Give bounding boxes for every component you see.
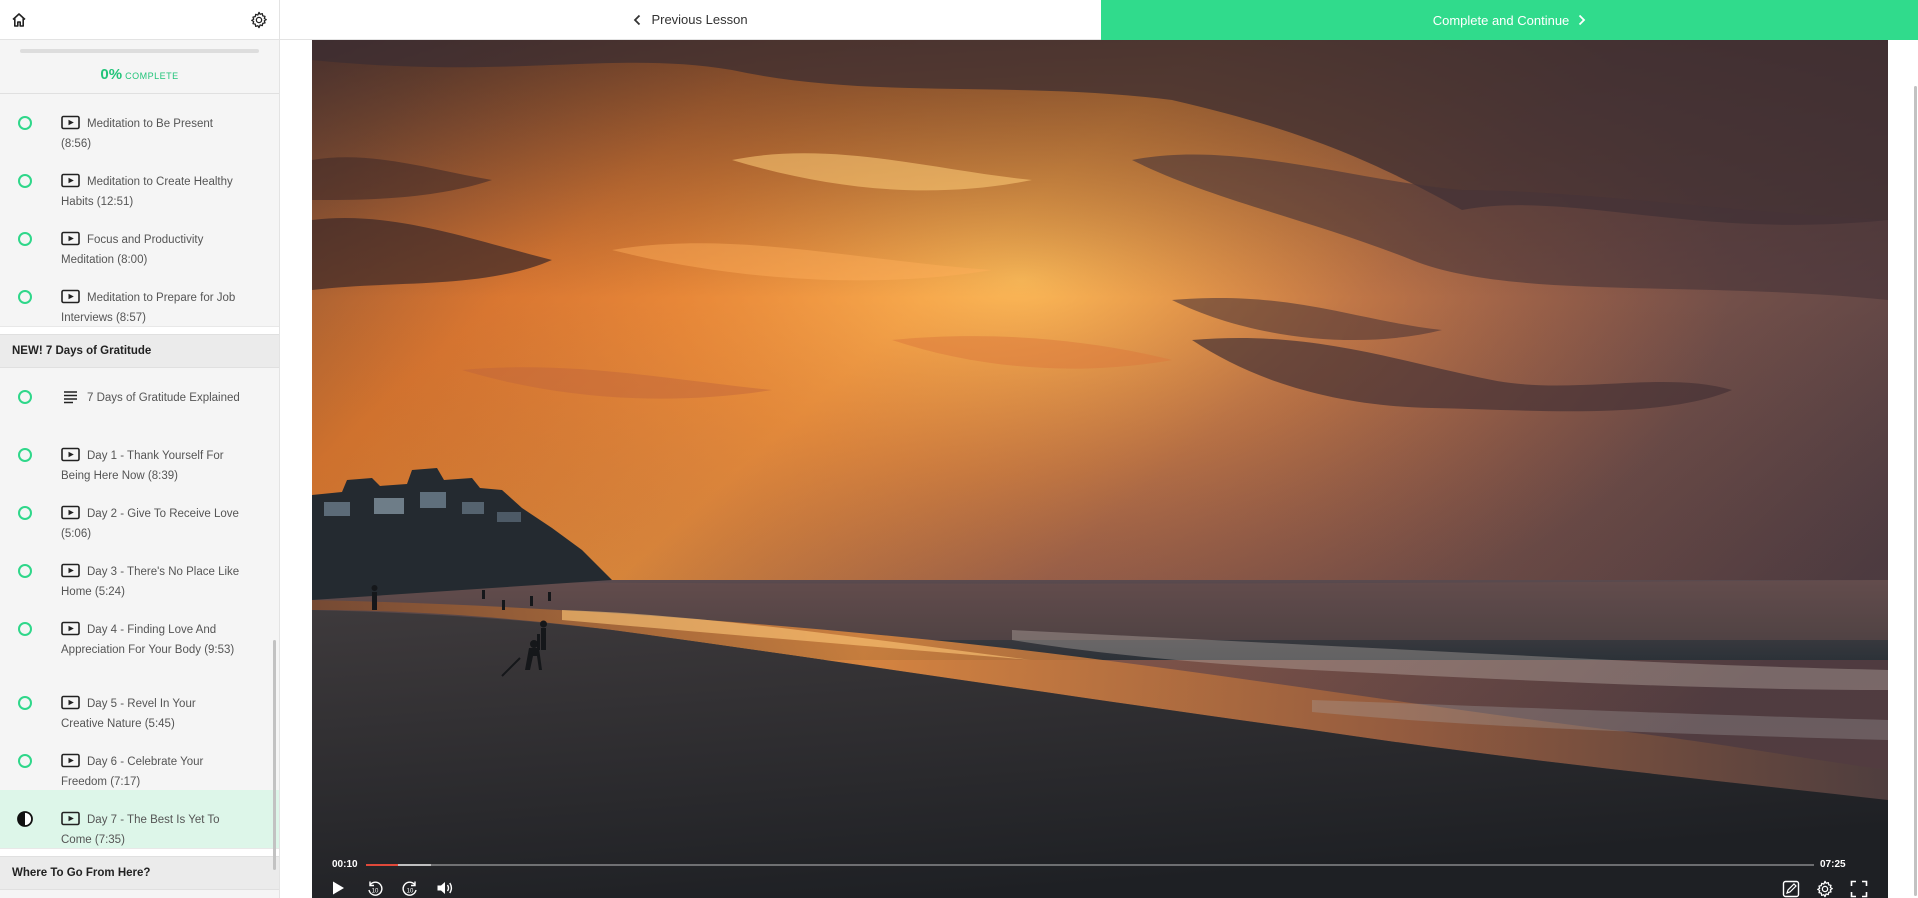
- lesson-item[interactable]: Meditation to Prepare for Job Interviews…: [0, 268, 279, 326]
- rewind-10-icon[interactable]: 10: [366, 880, 386, 898]
- notes-icon[interactable]: [1782, 880, 1802, 898]
- fullscreen-icon[interactable]: [1850, 880, 1870, 898]
- lesson-title: Day 3 - There's No Place Like Home (5:24…: [61, 566, 240, 598]
- course-progress: 0% COMPLETE: [0, 40, 279, 94]
- seek-bar[interactable]: [366, 864, 1814, 866]
- sidebar-scrollbar[interactable]: [273, 640, 276, 870]
- lesson-item[interactable]: Day 4 - Finding Love And Appreciation Fo…: [0, 600, 279, 674]
- lesson-item[interactable]: Meditation to Create Healthy Habits (12:…: [0, 152, 279, 210]
- lesson-item[interactable]: Focus and Productivity Meditation (8:00): [0, 210, 279, 268]
- progress-bar: [20, 49, 259, 53]
- lesson-title: Day 5 - Revel In Your Creative Nature (5…: [61, 698, 196, 730]
- lesson-item[interactable]: Day 3 - There's No Place Like Home (5:24…: [0, 542, 279, 600]
- circle-outline-icon: [18, 290, 32, 304]
- lesson-item[interactable]: 7 Days of Gratitude Explained: [0, 368, 279, 426]
- video-frame-sunset-beach: [312, 40, 1888, 898]
- lesson-item[interactable]: Day 2 - Give To Receive Love (5:06): [0, 484, 279, 542]
- circle-outline-icon: [18, 622, 32, 636]
- lesson-title: Meditation to Prepare for Job Interviews…: [61, 292, 236, 324]
- sidebar-header: [0, 0, 279, 40]
- course-sidebar: 0% COMPLETE Meditation to Be Present (8:5…: [0, 0, 280, 898]
- circle-outline-icon: [18, 232, 32, 246]
- circle-outline-icon: [18, 754, 32, 768]
- lesson-title: Meditation to Be Present (8:56): [61, 118, 213, 150]
- home-icon[interactable]: [7, 8, 31, 32]
- forward-10-icon[interactable]: 10: [401, 880, 421, 898]
- circle-outline-icon: [18, 506, 32, 520]
- previous-lesson-label: Previous Lesson: [651, 12, 748, 27]
- lesson-title: Meditation to Create Healthy Habits (12:…: [61, 176, 233, 208]
- lesson-title: Day 1 - Thank Yourself For Being Here No…: [61, 450, 224, 482]
- lesson-list: Meditation to Be Present (8:56) Meditati…: [0, 94, 279, 890]
- circle-outline-icon: [18, 116, 32, 130]
- section-title: Where To Go From Here?: [0, 856, 279, 890]
- lesson-title: Day 7 - The Best Is Yet To Come (7:35): [61, 814, 220, 846]
- circle-outline-icon: [18, 448, 32, 462]
- previous-lesson-button[interactable]: Previous Lesson: [280, 0, 1101, 40]
- video-controls: 00:10 07:25 10 10: [312, 848, 1888, 898]
- lesson-title: Day 2 - Give To Receive Love (5:06): [61, 508, 239, 540]
- circle-outline-icon: [18, 390, 32, 404]
- lesson-title: 7 Days of Gratitude Explained: [87, 392, 240, 404]
- current-time: 00:10: [332, 859, 358, 870]
- lesson-item[interactable]: Meditation to Be Present (8:56): [0, 94, 279, 152]
- total-time: 07:25: [1820, 859, 1846, 870]
- circle-outline-icon: [18, 696, 32, 710]
- lesson-item[interactable]: Day 6 - Celebrate Your Freedom (7:17): [0, 732, 279, 790]
- half-circle-icon: [17, 811, 33, 827]
- svg-text:10: 10: [407, 889, 414, 895]
- complete-and-continue-button[interactable]: Complete and Continue: [1101, 0, 1918, 40]
- lesson-title: Day 4 - Finding Love And Appreciation Fo…: [61, 624, 235, 656]
- lesson-item-active[interactable]: Day 7 - The Best Is Yet To Come (7:35): [0, 790, 279, 848]
- video-player[interactable]: 00:10 07:25 10 10: [312, 40, 1888, 898]
- section-title: NEW! 7 Days of Gratitude: [0, 334, 279, 368]
- svg-text:10: 10: [372, 889, 379, 895]
- lesson-item[interactable]: Day 5 - Revel In Your Creative Nature (5…: [0, 674, 279, 732]
- content-scrollbar[interactable]: [1914, 86, 1917, 896]
- gear-icon[interactable]: [247, 8, 271, 32]
- lesson-content: 00:10 07:25 10 10: [280, 40, 1918, 898]
- play-icon[interactable]: [331, 880, 351, 898]
- lesson-title: Day 6 - Celebrate Your Freedom (7:17): [61, 756, 204, 788]
- circle-outline-icon: [18, 174, 32, 188]
- seek-played: [366, 864, 398, 866]
- settings-icon[interactable]: [1816, 880, 1836, 898]
- volume-icon[interactable]: [436, 880, 456, 898]
- circle-outline-icon: [18, 564, 32, 578]
- lesson-title: Focus and Productivity Meditation (8:00): [61, 234, 204, 266]
- progress-label: COMPLETE: [125, 71, 179, 81]
- complete-and-continue-label: Complete and Continue: [1432, 12, 1570, 28]
- progress-percent: 0%: [100, 66, 123, 83]
- chevron-right-icon: [1578, 14, 1586, 26]
- lesson-item[interactable]: Day 1 - Thank Yourself For Being Here No…: [0, 426, 279, 484]
- chevron-left-icon: [633, 14, 641, 26]
